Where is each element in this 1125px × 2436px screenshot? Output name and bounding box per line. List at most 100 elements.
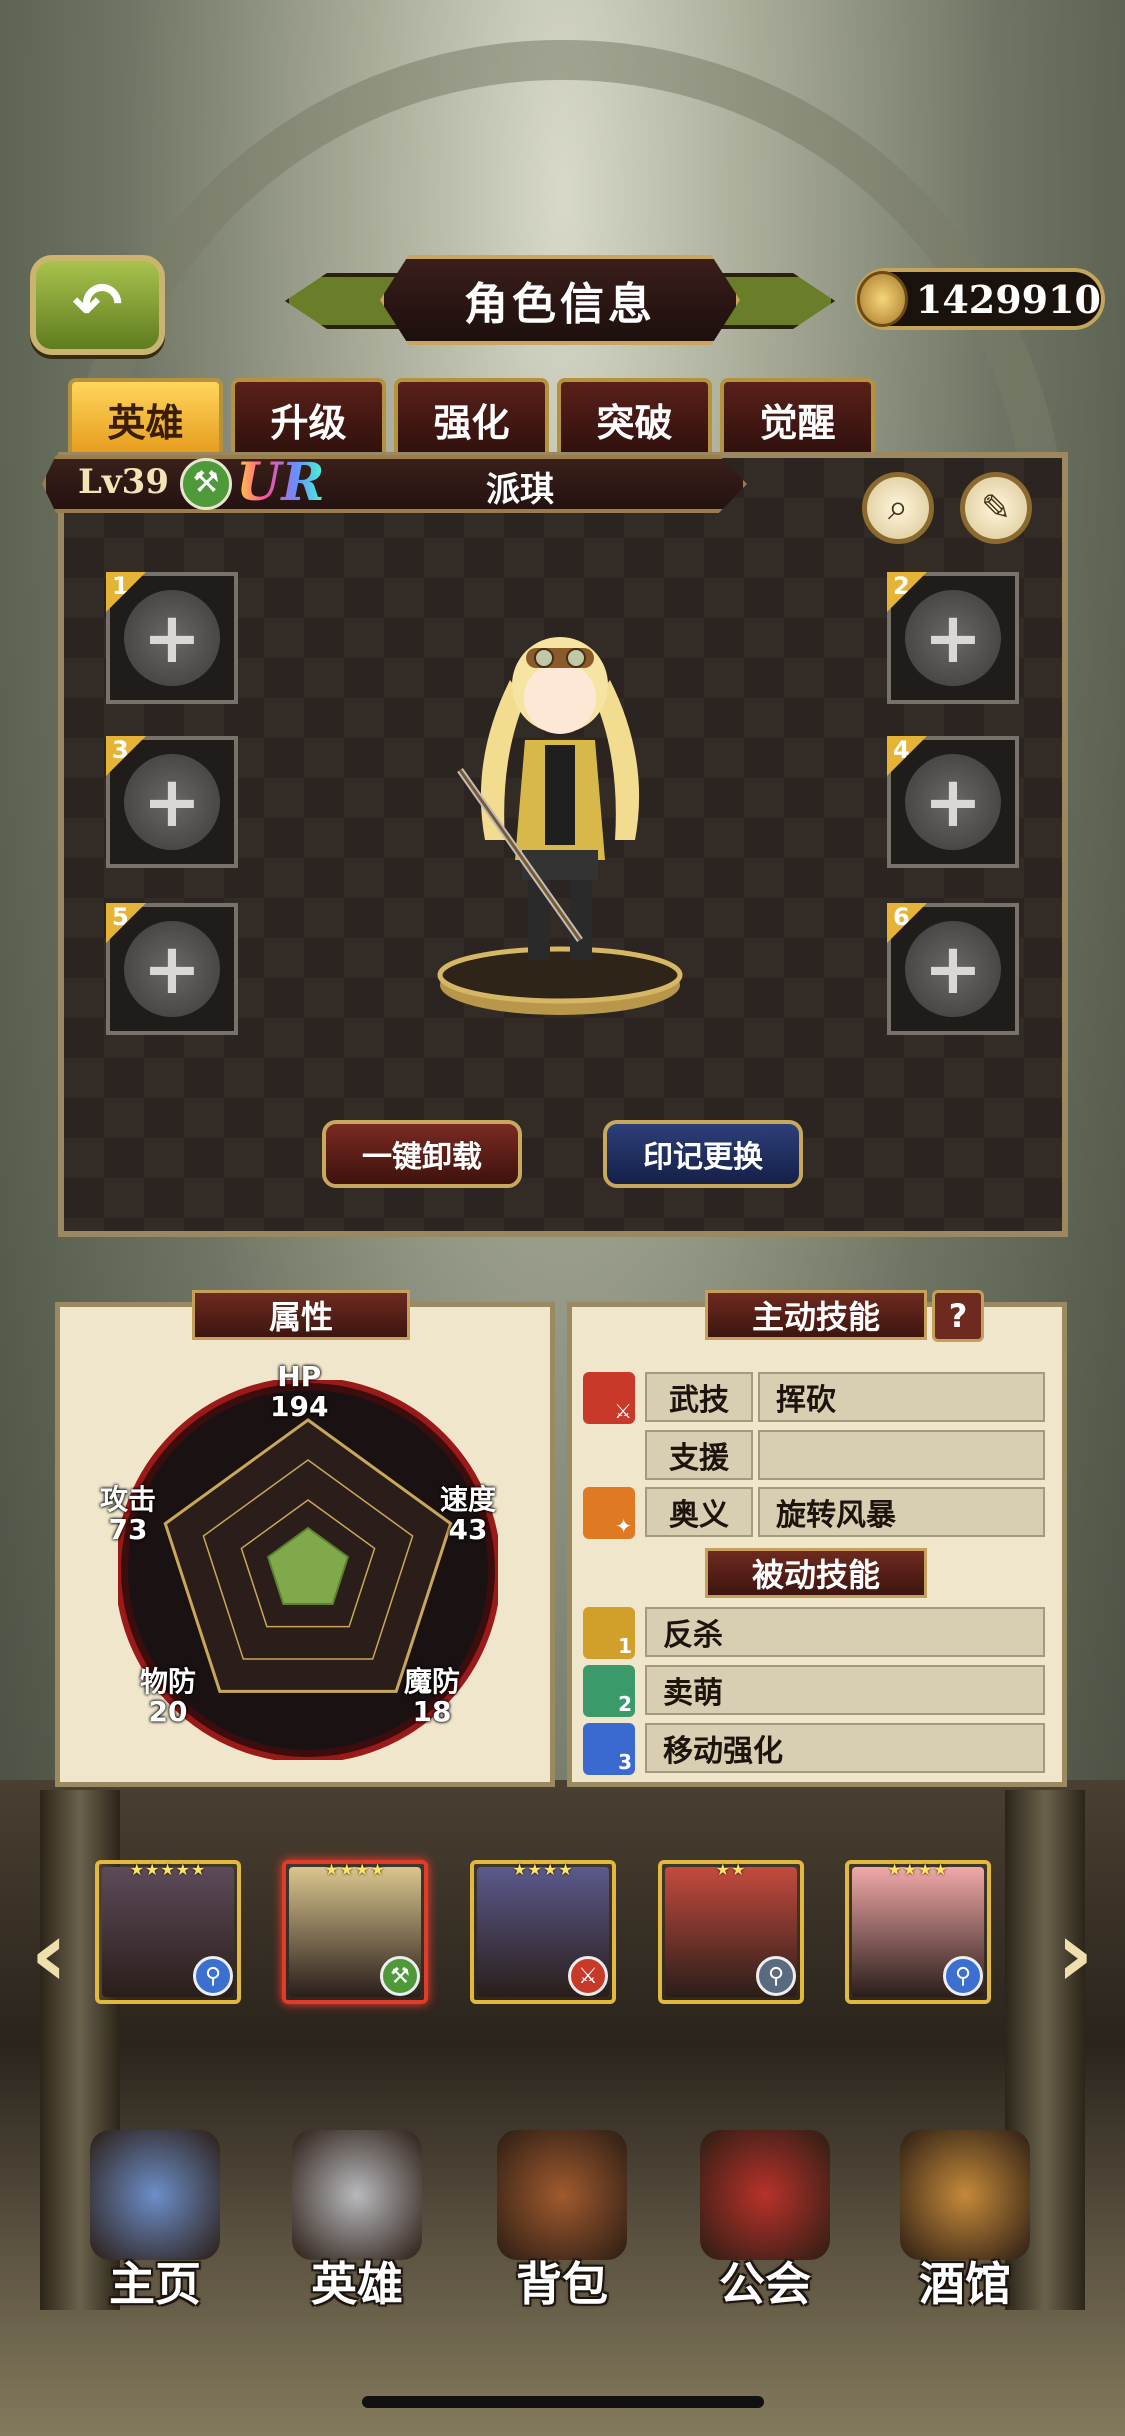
stat-value: 194 bbox=[270, 1390, 329, 1423]
tavern-mug-icon bbox=[900, 2130, 1030, 2260]
tab-levelup[interactable]: 升级 bbox=[231, 378, 386, 456]
nav-castle[interactable]: 主页 bbox=[70, 2120, 240, 2320]
passive-index: 3 bbox=[618, 1750, 632, 1774]
nav-tavern-mug[interactable]: 酒馆 bbox=[880, 2120, 1050, 2320]
skill-type-ultimate: 奥义 bbox=[645, 1487, 753, 1537]
equip-slot-2[interactable]: 2 + bbox=[887, 572, 1019, 704]
nav-label: 公会 bbox=[719, 2257, 811, 2311]
plus-icon: + bbox=[905, 921, 1001, 1017]
hero-card[interactable]: ★★★★ ⚔ bbox=[470, 1860, 616, 2004]
passive-skill-icon-1: 1 bbox=[583, 1607, 635, 1659]
skill-name-martial[interactable]: 挥砍 bbox=[758, 1372, 1045, 1422]
hero-card[interactable]: ★★ ⚲ bbox=[658, 1860, 804, 2004]
staff-icon: ⚲ bbox=[756, 1956, 796, 1996]
staff-icon: ⚲ bbox=[943, 1956, 983, 1996]
tab-breakthrough[interactable]: 突破 bbox=[557, 378, 712, 456]
hero-name: 派琪 bbox=[486, 470, 554, 510]
gold-coin-icon bbox=[857, 271, 908, 327]
stat-label: HP bbox=[277, 1360, 322, 1393]
stat-value: 18 bbox=[412, 1695, 452, 1728]
nav-backpack[interactable]: 背包 bbox=[477, 2120, 647, 2320]
stat-value: 43 bbox=[448, 1513, 488, 1546]
equip-slot-4[interactable]: 4 + bbox=[887, 736, 1019, 868]
helmet-icon bbox=[292, 2130, 422, 2260]
passive-skill-3[interactable]: 移动强化 bbox=[645, 1723, 1045, 1773]
next-hero-arrow-icon[interactable]: › bbox=[1040, 1900, 1110, 2010]
axe-icon: ⚒ bbox=[180, 458, 232, 510]
stat-physical-defense: 物防 20 bbox=[140, 1667, 196, 1727]
sword-icon: ⚔ bbox=[568, 1956, 608, 1996]
hero-figure[interactable] bbox=[430, 610, 690, 1030]
stat-label: 物防 bbox=[140, 1665, 197, 1698]
equip-slot-5[interactable]: 5 + bbox=[106, 903, 238, 1035]
magnify-button[interactable]: ⌕ bbox=[862, 472, 934, 544]
stat-magic-defense: 魔防 18 bbox=[404, 1667, 460, 1727]
skill-name-support[interactable] bbox=[758, 1430, 1045, 1480]
passive-skill-title: 被动技能 bbox=[705, 1548, 927, 1598]
nav-label: 英雄 bbox=[311, 2257, 403, 2311]
equip-slot-1[interactable]: 1 + bbox=[106, 572, 238, 704]
skill-help-button[interactable]: ? bbox=[932, 1290, 984, 1342]
magnifier-icon: ⌕ bbox=[887, 487, 909, 528]
plus-icon: + bbox=[124, 921, 220, 1017]
equip-slot-3[interactable]: 3 + bbox=[106, 736, 238, 868]
axe-icon: ⚒ bbox=[380, 1956, 420, 1996]
nav-shield[interactable]: 公会 bbox=[680, 2120, 850, 2320]
prev-hero-arrow-icon[interactable]: ‹ bbox=[14, 1900, 84, 2010]
hero-stars: ★★★★★ bbox=[129, 1860, 207, 1879]
stat-value: 20 bbox=[148, 1695, 188, 1728]
home-indicator[interactable] bbox=[362, 2396, 764, 2408]
tab-bar: 英雄 升级 强化 突破 觉醒 bbox=[68, 378, 875, 456]
rarity-badge: UR bbox=[236, 452, 325, 513]
ultimate-skill-icon: ✦ bbox=[583, 1487, 635, 1539]
stat-label: 速度 bbox=[440, 1483, 497, 1516]
gold-amount: 1429910 bbox=[915, 276, 1101, 322]
edit-note-button[interactable]: ✎ bbox=[960, 472, 1032, 544]
plus-icon: + bbox=[905, 590, 1001, 686]
stat-hp: HP 194 bbox=[270, 1362, 328, 1422]
skill-type-support: 支援 bbox=[645, 1430, 753, 1480]
sword-skill-icon: ⚔ bbox=[583, 1372, 635, 1424]
passive-skill-1[interactable]: 反杀 bbox=[645, 1607, 1045, 1657]
hero-card[interactable]: ★★★★ ⚒ bbox=[282, 1860, 428, 2004]
hero-card[interactable]: ★★★★ ⚲ bbox=[845, 1860, 991, 2004]
hero-stars: ★★★★ bbox=[512, 1860, 574, 1879]
skill-name-ultimate[interactable]: 旋转风暴 bbox=[758, 1487, 1045, 1537]
passive-index: 2 bbox=[618, 1692, 632, 1716]
backpack-icon bbox=[497, 2130, 627, 2260]
plus-icon: + bbox=[124, 754, 220, 850]
passive-skill-icon-3: 3 bbox=[583, 1723, 635, 1775]
hero-stars: ★★★★ bbox=[324, 1860, 386, 1879]
plus-icon: + bbox=[124, 590, 220, 686]
passive-skill-2[interactable]: 卖萌 bbox=[645, 1665, 1045, 1715]
unequip-all-button[interactable]: 一键卸载 bbox=[322, 1120, 522, 1188]
back-arrow-icon: ↶ bbox=[72, 270, 123, 340]
attribute-title: 属性 bbox=[192, 1290, 410, 1340]
castle-icon bbox=[90, 2130, 220, 2260]
shield-icon bbox=[700, 2130, 830, 2260]
hero-level: Lv39 bbox=[78, 462, 169, 502]
hero-stars: ★★ bbox=[715, 1860, 747, 1879]
back-button[interactable]: ↶ bbox=[30, 255, 165, 355]
change-mark-button[interactable]: 印记更换 bbox=[603, 1120, 803, 1188]
equip-slot-6[interactable]: 6 + bbox=[887, 903, 1019, 1035]
tab-enhance[interactable]: 强化 bbox=[394, 378, 549, 456]
hero-card[interactable]: ★★★★★ ⚲ bbox=[95, 1860, 241, 2004]
tab-awaken[interactable]: 觉醒 bbox=[720, 378, 875, 456]
nav-helmet[interactable]: 英雄 bbox=[272, 2120, 442, 2320]
stat-value: 73 bbox=[108, 1513, 148, 1546]
tab-hero[interactable]: 英雄 bbox=[68, 378, 223, 456]
passive-index: 1 bbox=[618, 1634, 632, 1658]
nav-label: 酒馆 bbox=[919, 2257, 1011, 2311]
gold-counter: 1429910 bbox=[855, 268, 1105, 330]
skill-type-martial: 武技 bbox=[645, 1372, 753, 1422]
stat-attack: 攻击 73 bbox=[100, 1485, 156, 1545]
page-title: 角色信息 bbox=[464, 279, 656, 330]
title-banner: 角色信息 bbox=[285, 255, 835, 345]
active-skill-title: 主动技能 bbox=[705, 1290, 927, 1340]
stat-speed: 速度 43 bbox=[440, 1485, 496, 1545]
stat-label: 攻击 bbox=[100, 1483, 157, 1516]
note-edit-icon: ✎ bbox=[980, 487, 1012, 529]
plus-icon: + bbox=[905, 754, 1001, 850]
title-plate: 角色信息 bbox=[380, 255, 740, 345]
